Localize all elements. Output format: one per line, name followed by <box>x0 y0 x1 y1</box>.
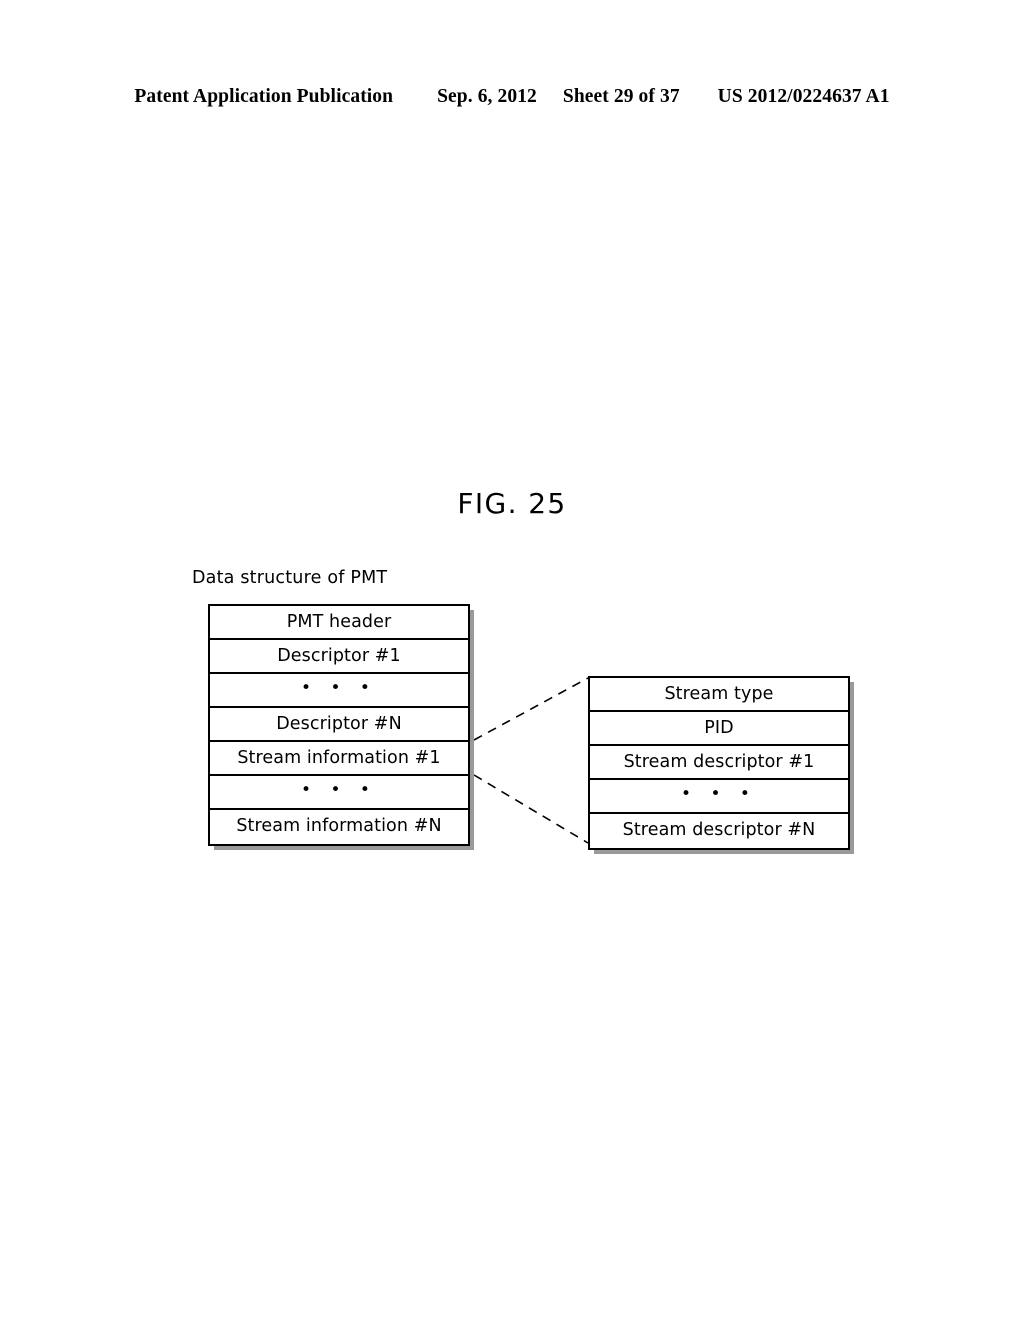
pmt-structure-table: PMT header Descriptor #1 • • • Descripto… <box>208 604 470 846</box>
stream-information-table: Stream type PID Stream descriptor #1 • •… <box>588 676 850 850</box>
table-row-stream-information-n: Stream information #N <box>210 810 468 844</box>
ellipsis-dots: • • • <box>681 784 757 804</box>
table-row-descriptor-ellipsis: • • • <box>210 674 468 708</box>
table-row-pid: PID <box>590 712 848 746</box>
table-row-descriptor-n: Descriptor #N <box>210 708 468 742</box>
connector-line-bottom <box>473 774 589 844</box>
table-row-stream-descriptor-ellipsis: • • • <box>590 780 848 814</box>
figure-caption: Data structure of PMT <box>192 568 388 588</box>
table-row-descriptor-1: Descriptor #1 <box>210 640 468 674</box>
figure-title: FIG. 25 <box>457 487 567 520</box>
table-row-stream-descriptor-1: Stream descriptor #1 <box>590 746 848 780</box>
figure-25: FIG. 25 Data structure of PMT PMT header… <box>0 0 1024 1320</box>
table-row-stream-information-ellipsis: • • • <box>210 776 468 810</box>
ellipsis-dots: • • • <box>301 780 377 800</box>
table-row-stream-information-1: Stream information #1 <box>210 742 468 776</box>
connector-lines <box>473 677 589 844</box>
connector-line-top <box>473 677 589 741</box>
table-row-stream-type: Stream type <box>590 678 848 712</box>
table-row-stream-descriptor-n: Stream descriptor #N <box>590 814 848 848</box>
table-row-pmt-header: PMT header <box>210 606 468 640</box>
ellipsis-dots: • • • <box>301 678 377 698</box>
